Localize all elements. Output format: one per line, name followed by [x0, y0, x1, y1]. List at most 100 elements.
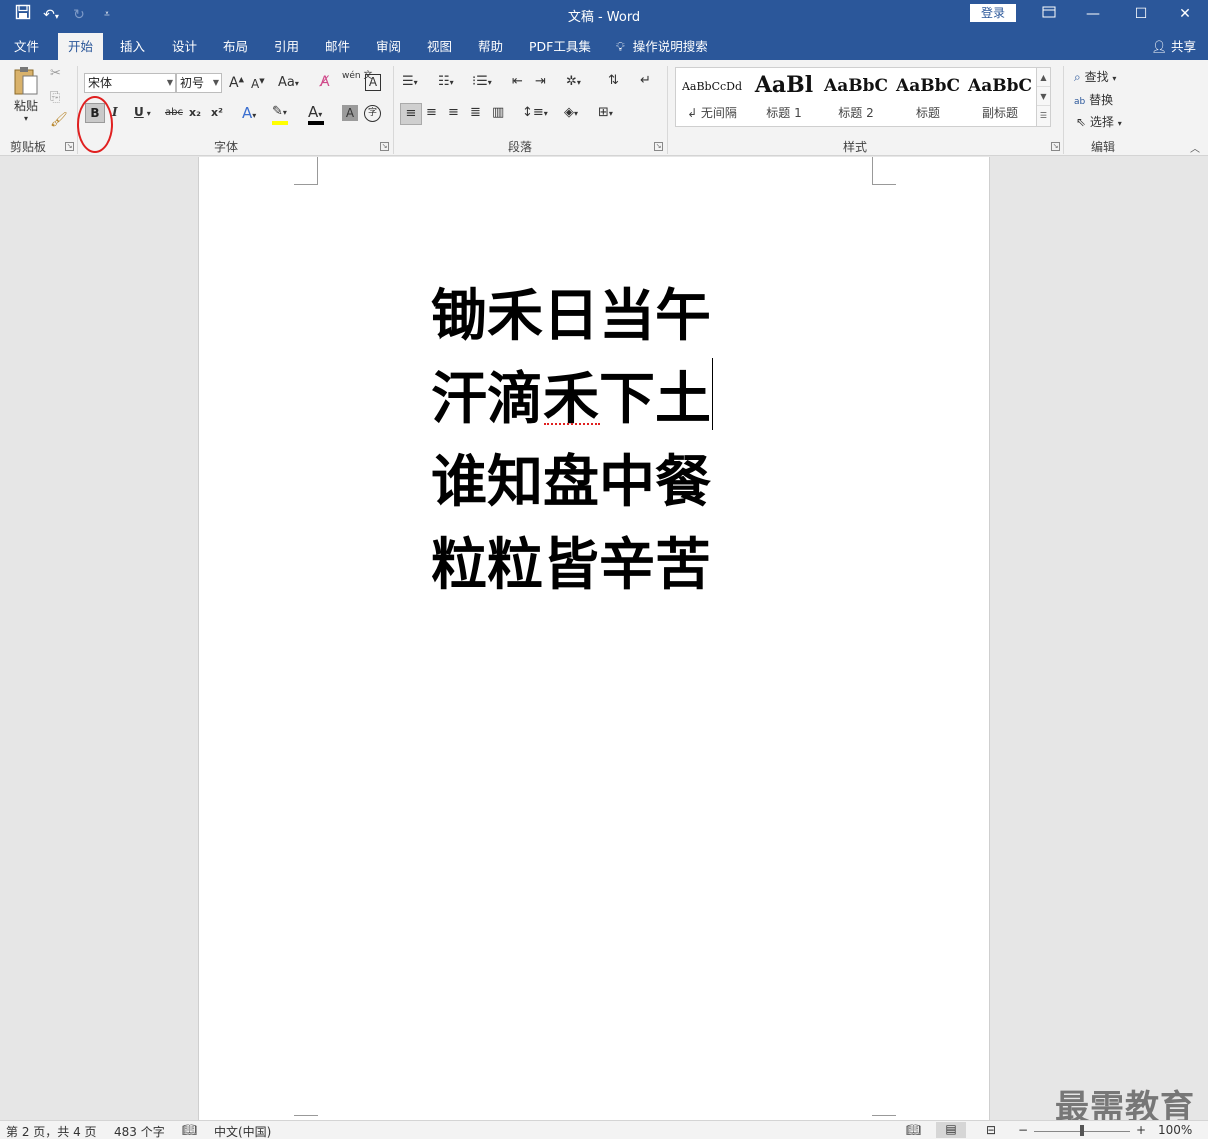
- sort-icon[interactable]: ⇅: [608, 73, 619, 88]
- undo-icon[interactable]: ↶▾: [40, 4, 62, 26]
- tab-file[interactable]: 文件: [4, 33, 49, 60]
- chevron-down-icon[interactable]: ▼: [213, 74, 219, 92]
- enclose-characters-icon[interactable]: 字: [364, 105, 381, 122]
- paste-button[interactable]: 粘贴 ▾: [10, 66, 42, 123]
- maximize-icon[interactable]: ☐: [1118, 0, 1164, 30]
- numbering-icon[interactable]: ☷▾: [438, 74, 454, 89]
- shrink-font-button[interactable]: A▼: [251, 77, 265, 91]
- tab-design[interactable]: 设计: [162, 33, 207, 60]
- clipboard-launcher-icon[interactable]: ↘: [65, 142, 74, 151]
- style-heading-2[interactable]: AaBbC 标题 2: [820, 68, 892, 126]
- style-heading-1[interactable]: AaBl 标题 1: [748, 68, 820, 126]
- paragraph-shading-icon[interactable]: ◈▾: [564, 105, 578, 120]
- strikethrough-button[interactable]: abc: [165, 107, 183, 118]
- tab-mailings[interactable]: 邮件: [315, 33, 360, 60]
- style-no-spacing[interactable]: AaBbCcDd ↲ 无间隔: [676, 68, 748, 126]
- align-center-icon[interactable]: ≡: [426, 105, 437, 120]
- cut-icon[interactable]: ✂: [50, 66, 61, 81]
- font-launcher-icon[interactable]: ↘: [380, 142, 389, 151]
- character-shading-icon[interactable]: A: [342, 105, 358, 121]
- chevron-down-icon[interactable]: ▼: [1037, 87, 1050, 106]
- multilevel-list-icon[interactable]: ⁝☰▾: [472, 74, 492, 89]
- align-right-icon[interactable]: ≡: [448, 105, 459, 120]
- share-button[interactable]: 👤︎ 共享: [1151, 36, 1196, 55]
- font-size-combo[interactable]: 初号 ▼: [176, 73, 222, 93]
- superscript-button[interactable]: x²: [211, 106, 223, 119]
- word-count[interactable]: 483 个字: [114, 1123, 165, 1139]
- tell-me-search[interactable]: 💡︎ 操作说明搜索: [606, 33, 718, 60]
- align-left-icon[interactable]: ≡: [400, 103, 422, 125]
- find-button[interactable]: ⌕ 查找 ▾: [1074, 68, 1116, 85]
- character-border-icon[interactable]: A: [365, 74, 381, 91]
- increase-indent-icon[interactable]: ⇥: [535, 74, 546, 89]
- language-indicator[interactable]: 中文(中国): [214, 1123, 271, 1139]
- line-spacing-icon[interactable]: ↕≡▾: [522, 105, 548, 120]
- chinese-layout-icon[interactable]: ✲▾: [566, 74, 581, 89]
- poem-line[interactable]: 谁知盘中餐: [431, 441, 711, 524]
- grow-font-button[interactable]: A▲: [229, 75, 244, 91]
- text-effects-icon[interactable]: A▾: [242, 104, 256, 122]
- styles-launcher-icon[interactable]: ↘: [1051, 142, 1060, 151]
- close-icon[interactable]: ✕: [1162, 0, 1208, 30]
- tab-pdf-tools[interactable]: PDF工具集: [519, 33, 601, 60]
- gallery-scrollbar[interactable]: ▲ ▼ ☰: [1036, 68, 1050, 126]
- italic-button[interactable]: I: [112, 105, 118, 119]
- replace-button[interactable]: ab 替换: [1074, 91, 1113, 108]
- document-body[interactable]: 锄禾日当午 汗滴禾下土 谁知盘中餐 粒粒皆辛苦: [431, 275, 711, 607]
- tab-insert[interactable]: 插入: [110, 33, 155, 60]
- page-count[interactable]: 第 2 页，共 4 页: [6, 1123, 97, 1139]
- subscript-button[interactable]: x₂: [189, 106, 201, 119]
- zoom-in-button[interactable]: +: [1136, 1123, 1146, 1137]
- ribbon-display-icon[interactable]: [1026, 0, 1072, 30]
- underline-button[interactable]: U ▾: [134, 105, 151, 119]
- zoom-slider-thumb[interactable]: [1080, 1125, 1084, 1136]
- customize-qat-icon[interactable]: ⩡: [96, 4, 118, 26]
- zoom-level[interactable]: 100%: [1158, 1123, 1192, 1137]
- redo-icon[interactable]: ↻: [68, 4, 90, 26]
- highlight-color-button[interactable]: ✎▾: [272, 104, 288, 125]
- chevron-up-icon[interactable]: ▲: [1037, 68, 1050, 87]
- minimize-icon[interactable]: —: [1070, 0, 1116, 30]
- select-button[interactable]: ⇖ 选择 ▾: [1076, 113, 1122, 130]
- zoom-out-button[interactable]: −: [1018, 1123, 1028, 1137]
- save-icon[interactable]: [12, 4, 34, 26]
- font-name-combo[interactable]: 宋体 ▼: [84, 73, 176, 93]
- document-page[interactable]: 锄禾日当午 汗滴禾下土 谁知盘中餐 粒粒皆辛苦: [198, 157, 990, 1120]
- change-case-button[interactable]: Aa▾: [278, 75, 299, 90]
- collapse-ribbon-icon[interactable]: ︿: [1190, 140, 1200, 155]
- tab-view[interactable]: 视图: [417, 33, 462, 60]
- font-name-value: 宋体: [88, 76, 113, 90]
- style-name: 标题 2: [838, 106, 874, 120]
- bullets-icon[interactable]: ☰▾: [402, 74, 418, 89]
- print-layout-icon[interactable]: ▤: [936, 1122, 966, 1138]
- tab-home[interactable]: 开始: [58, 33, 104, 60]
- distributed-icon[interactable]: ▥: [492, 105, 504, 120]
- replace-label: 替换: [1089, 93, 1114, 107]
- tab-references[interactable]: 引用: [264, 33, 309, 60]
- poem-line[interactable]: 汗滴禾下土: [431, 358, 711, 441]
- proofing-icon[interactable]: 📖︎: [182, 1123, 197, 1137]
- tab-help[interactable]: 帮助: [468, 33, 513, 60]
- paragraph-launcher-icon[interactable]: ↘: [654, 142, 663, 151]
- chevron-down-icon[interactable]: ▼: [167, 74, 173, 92]
- show-marks-icon[interactable]: ↵: [640, 73, 651, 88]
- justify-icon[interactable]: ≣: [470, 105, 481, 120]
- tab-layout[interactable]: 布局: [213, 33, 258, 60]
- copy-icon[interactable]: ⎘: [50, 90, 60, 105]
- gallery-expand-icon[interactable]: ☰: [1037, 106, 1050, 125]
- decrease-indent-icon[interactable]: ⇤: [512, 74, 523, 89]
- poem-line[interactable]: 粒粒皆辛苦: [431, 524, 711, 607]
- style-subtitle[interactable]: AaBbC 副标题: [964, 68, 1036, 126]
- clear-formatting-icon[interactable]: A̸: [320, 74, 330, 90]
- document-area: 锄禾日当午 汗滴禾下土 谁知盘中餐 粒粒皆辛苦: [0, 157, 1208, 1120]
- font-color-button[interactable]: A▾: [308, 103, 324, 125]
- poem-line[interactable]: 锄禾日当午: [431, 275, 711, 358]
- format-painter-icon[interactable]: 🖌︎: [50, 112, 68, 128]
- tab-review[interactable]: 审阅: [366, 33, 411, 60]
- read-mode-icon[interactable]: 📖︎: [906, 1123, 921, 1137]
- paste-dropdown-icon[interactable]: ▾: [10, 114, 42, 123]
- borders-icon[interactable]: ⊞▾: [598, 105, 613, 120]
- style-title[interactable]: AaBbC 标题: [892, 68, 964, 126]
- web-layout-icon[interactable]: ⊟: [986, 1123, 996, 1137]
- login-button[interactable]: 登录: [970, 4, 1016, 22]
